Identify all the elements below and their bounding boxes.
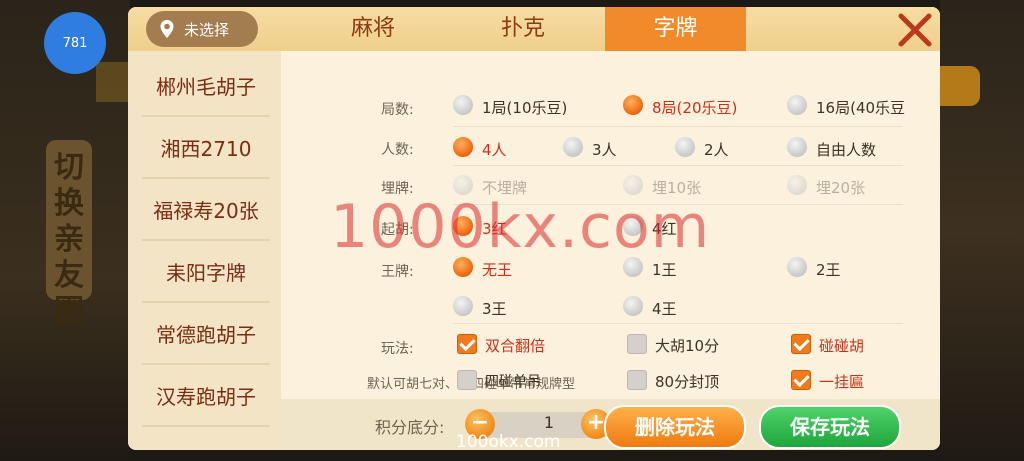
radio-button-selected[interactable] [453, 137, 473, 157]
radio-button[interactable] [675, 137, 695, 157]
tab-poker[interactable]: 扑克 [458, 7, 588, 51]
score-base-label: 积分底分: [375, 418, 445, 437]
delete-rules-button[interactable]: 删除玩法 [604, 405, 746, 449]
location-pin-icon [156, 18, 178, 40]
game-list: 郴州毛胡子 湘西2710 福禄寿20张 耒阳字牌 常德跑胡子 汉寿跑胡子 [128, 51, 281, 450]
option-label: 2人 [704, 141, 729, 159]
option-label: 3王 [482, 300, 507, 318]
radio-button[interactable] [787, 137, 807, 157]
game-item[interactable]: 耒阳字牌 [142, 243, 270, 303]
option-label: 80分封顶 [655, 373, 720, 391]
option-label: 碰碰胡 [819, 337, 865, 355]
option-label: 双合翻倍 [485, 337, 546, 355]
king-label: 王牌: [381, 264, 414, 280]
radio-button-disabled [787, 175, 807, 195]
option-label: 2王 [816, 261, 841, 279]
option-label: 四碰单吊 [485, 374, 541, 390]
game-item[interactable]: 福禄寿20张 [142, 181, 270, 241]
radio-button[interactable] [563, 137, 583, 157]
checkbox-checked[interactable] [791, 370, 811, 390]
option-label: 自由人数 [816, 141, 877, 159]
close-icon[interactable] [894, 9, 936, 51]
radio-button[interactable] [453, 296, 473, 316]
option-label: 一挂匾 [819, 373, 865, 391]
checkbox[interactable] [627, 370, 647, 390]
radio-button[interactable] [623, 296, 643, 316]
game-item[interactable]: 湘西2710 [142, 119, 270, 179]
option-label: 4人 [482, 141, 507, 159]
option-label: 埋20张 [816, 179, 866, 197]
game-item[interactable]: 郴州毛胡子 [142, 57, 270, 117]
watermark-small: 100okx.com [456, 432, 561, 452]
checkbox[interactable] [627, 334, 647, 354]
radio-button[interactable] [787, 95, 807, 115]
option-label: 8局(20乐豆) [652, 99, 738, 117]
tab-mahjong[interactable]: 麻将 [308, 7, 438, 51]
dialog-header: 未选择 麻将 扑克 字牌 [128, 7, 940, 51]
checkbox[interactable] [457, 370, 477, 390]
background-side-button: 切换亲友圈 [46, 140, 92, 329]
user-badge[interactable]: 781 [44, 12, 106, 74]
rounds-label: 局数: [381, 102, 414, 118]
save-rules-button[interactable]: 保存玩法 [759, 405, 901, 449]
option-label: 3人 [592, 141, 617, 159]
background-pill [940, 66, 980, 106]
option-label: 大胡10分 [655, 337, 720, 355]
radio-button-selected[interactable] [623, 95, 643, 115]
score-value: 1 [543, 413, 555, 432]
location-selector[interactable]: 未选择 [146, 11, 258, 47]
option-label: 16局(40乐豆 [816, 99, 906, 117]
play-label: 玩法: [381, 341, 414, 357]
tab-word-cards[interactable]: 字牌 [605, 7, 746, 51]
option-label: 1王 [652, 261, 677, 279]
watermark: 1000kx.com [330, 192, 711, 262]
game-item[interactable]: 汉寿跑胡子 [142, 367, 270, 427]
location-label: 未选择 [184, 20, 230, 39]
players-label: 人数: [381, 142, 414, 158]
checkbox-checked[interactable] [791, 334, 811, 354]
checkbox-checked[interactable] [457, 334, 477, 354]
option-label: 1局(10乐豆) [482, 99, 568, 117]
option-label: 无王 [482, 261, 513, 279]
radio-button[interactable] [453, 95, 473, 115]
game-item[interactable]: 常德跑胡子 [142, 305, 270, 365]
settings-footer: 积分底分: − 1 + 删除玩法 保存玩法 [281, 399, 940, 450]
radio-button[interactable] [787, 257, 807, 277]
option-label: 4王 [652, 300, 677, 318]
